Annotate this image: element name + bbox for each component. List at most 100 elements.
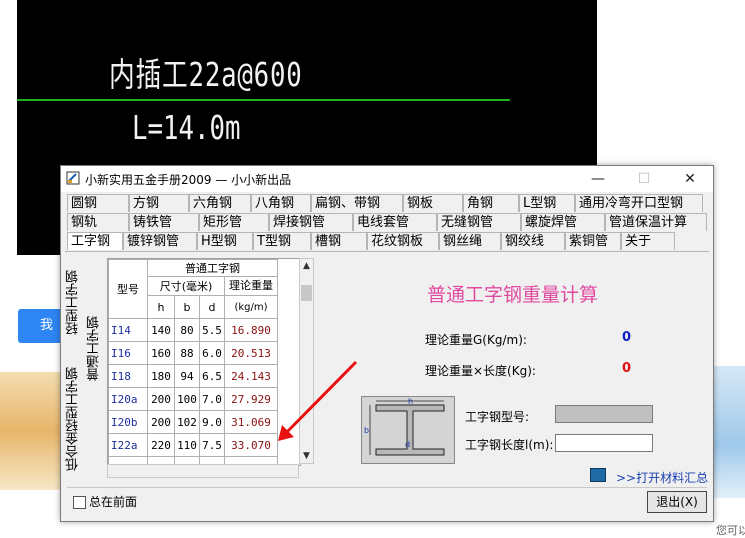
tab-seamless-pipe[interactable]: 无缝钢管 xyxy=(437,213,521,231)
row-weight: 27.929 xyxy=(224,387,278,411)
side-tab-low-alloy-i-beam[interactable]: 低合金轻型工字钢 xyxy=(65,356,83,482)
tab-galvanized-pipe[interactable]: 镀锌钢管 xyxy=(123,232,197,250)
table-row[interactable]: I22a 220 110 7.5 33.070 xyxy=(108,433,278,457)
row-d: 7.5 xyxy=(199,433,225,457)
tab-h-steel[interactable]: H型钢 xyxy=(197,232,253,250)
row-b: 110 xyxy=(174,433,200,457)
table-header-weight: 理论重量 xyxy=(224,276,278,296)
title-bar[interactable]: 小新实用五金手册2009 — 小小新出品 — ☐ ✕ xyxy=(61,166,713,192)
scroll-down-icon[interactable]: ▼ xyxy=(300,449,313,463)
background-corner-text: 您可以 xyxy=(716,524,745,537)
diagram-d-label: d xyxy=(405,440,410,449)
table-row[interactable]: I20b 200 102 9.0 31.069 xyxy=(108,410,278,434)
side-tab-light-i-beam[interactable]: 轻型工字钢 xyxy=(65,262,83,344)
tab-l-steel[interactable]: L型钢 xyxy=(519,194,575,212)
row-h: 200 xyxy=(147,410,175,434)
diagram-b-label: b xyxy=(364,426,369,435)
row-model: I20a xyxy=(108,387,148,411)
tab-t-steel[interactable]: T型钢 xyxy=(253,232,311,250)
tab-i-beam[interactable]: 工字钢 xyxy=(67,232,123,250)
tab-channel-steel[interactable]: 槽钢 xyxy=(311,232,367,250)
tab-insulation-calc[interactable]: 管道保温计算 xyxy=(605,213,707,231)
scroll-up-icon[interactable]: ▲ xyxy=(300,259,313,273)
cad-text-annotation: 内插工22a@600 xyxy=(109,55,303,94)
tab-rail[interactable]: 钢轨 xyxy=(67,213,129,231)
tab-checkered-plate[interactable]: 花纹钢板 xyxy=(367,232,439,250)
tab-rect-tube[interactable]: 矩形管 xyxy=(199,213,269,231)
table-vertical-scrollbar[interactable]: ▲ ▼ xyxy=(299,258,314,464)
length-label: 工字钢长度l(m): xyxy=(465,438,554,452)
tab-steel-plate[interactable]: 钢板 xyxy=(403,194,463,212)
tab-wire-rope[interactable]: 钢丝绳 xyxy=(439,232,501,250)
row-model: I20b xyxy=(108,410,148,434)
tab-round-steel[interactable]: 圆钢 xyxy=(67,194,129,212)
row-weight: 31.069 xyxy=(224,410,278,434)
side-tab-column: 轻型工字钢 低合金轻型工字钢 xyxy=(65,262,83,484)
tab-row-1: 圆钢 方钢 六角钢 八角钢 扁钢、带钢 钢板 角钢 L型钢 通用冷弯开口型钢 xyxy=(67,194,703,212)
table-row[interactable]: I16 160 88 6.0 20.513 xyxy=(108,341,278,365)
tab-cold-formed-steel[interactable]: 通用冷弯开口型钢 xyxy=(575,194,703,212)
tab-strand[interactable]: 钢绞线 xyxy=(501,232,565,250)
side-tab-ordinary-i-beam[interactable]: 普通工字钢 xyxy=(85,316,103,381)
model-field[interactable] xyxy=(555,405,653,423)
tab-angle-steel[interactable]: 角钢 xyxy=(463,194,519,212)
row-model: I22a xyxy=(108,433,148,457)
table-row[interactable]: I18 180 94 6.5 24.143 xyxy=(108,364,278,388)
always-on-top-label: 总在前面 xyxy=(89,495,138,509)
tab-row-3: 工字钢 镀锌钢管 H型钢 T型钢 槽钢 花纹钢板 钢丝绳 钢绞线 紫铜管 关于 xyxy=(67,232,675,250)
table-horizontal-scrollbar[interactable] xyxy=(107,464,299,478)
tab-cast-iron-pipe[interactable]: 铸铁管 xyxy=(129,213,199,231)
row-d: 6.0 xyxy=(199,341,225,365)
window-title: 小新实用五金手册2009 — 小小新出品 xyxy=(85,173,292,187)
open-materials-link[interactable]: >>打开材料汇总 xyxy=(616,469,708,486)
tab-octagon-steel[interactable]: 八角钢 xyxy=(251,194,311,212)
scroll-thumb[interactable] xyxy=(301,285,312,301)
app-window: 小新实用五金手册2009 — 小小新出品 — ☐ ✕ 圆钢 方钢 六角钢 八角钢… xyxy=(60,165,714,522)
row-weight: 33.070 xyxy=(224,433,278,457)
row-weight: 24.143 xyxy=(224,364,278,388)
calc-title: 普通工字钢重量计算 xyxy=(427,284,599,306)
tab-square-steel[interactable]: 方钢 xyxy=(129,194,189,212)
row-d: 5.5 xyxy=(199,318,225,342)
row-weight: 16.890 xyxy=(224,318,278,342)
weight-value: 0 xyxy=(622,330,632,345)
cad-green-line xyxy=(17,99,510,101)
i-beam-table[interactable]: 型号 普通工字钢 尺寸(毫米) 理论重量 h b d (kg/m) I14 14… xyxy=(107,258,301,466)
tab-copper-pipe[interactable]: 紫铜管 xyxy=(565,232,621,250)
tab-row-2: 钢轨 铸铁管 矩形管 焊接钢管 电线套管 无缝钢管 螺旋焊管 管道保温计算 xyxy=(67,213,707,231)
length-field[interactable] xyxy=(555,434,653,452)
row-d: 6.5 xyxy=(199,364,225,388)
minimize-button[interactable]: — xyxy=(575,166,621,192)
row-b: 102 xyxy=(174,410,200,434)
row-weight: 20.513 xyxy=(224,341,278,365)
tab-about[interactable]: 关于 xyxy=(621,232,675,250)
row-d: 7.0 xyxy=(199,387,225,411)
maximize-button[interactable]: ☐ xyxy=(621,166,667,192)
tab-spiral-pipe[interactable]: 螺旋焊管 xyxy=(521,213,605,231)
table-header-size: 尺寸(毫米) xyxy=(147,276,225,296)
row-h: 160 xyxy=(147,341,175,365)
table-group-header: 普通工字钢 xyxy=(147,259,278,277)
table-sub-h: h xyxy=(147,295,175,319)
database-icon[interactable] xyxy=(590,468,606,482)
row-b: 80 xyxy=(174,318,200,342)
always-on-top-checkbox[interactable] xyxy=(73,496,86,509)
close-button[interactable]: ✕ xyxy=(667,166,713,192)
tab-welded-pipe[interactable]: 焊接钢管 xyxy=(269,213,353,231)
total-weight-value: 0 xyxy=(622,361,632,376)
row-h: 140 xyxy=(147,318,175,342)
tab-hexagon-steel[interactable]: 六角钢 xyxy=(189,194,251,212)
row-b: 94 xyxy=(174,364,200,388)
table-sub-d: d xyxy=(199,295,225,319)
background-banner-left xyxy=(0,372,62,490)
tab-flat-steel[interactable]: 扁钢、带钢 xyxy=(311,194,403,212)
row-model: I18 xyxy=(108,364,148,388)
background-blue-button[interactable]: 我 xyxy=(18,309,62,343)
exit-button[interactable]: 退出(X) xyxy=(647,491,707,513)
table-row[interactable]: I14 140 80 5.5 16.890 xyxy=(108,318,278,342)
row-d: 9.0 xyxy=(199,410,225,434)
weight-label: 理论重量G(Kg/m): xyxy=(425,333,527,347)
tab-conduit[interactable]: 电线套管 xyxy=(353,213,437,231)
footer-divider xyxy=(67,487,707,488)
table-row[interactable]: I20a 200 100 7.0 27.929 xyxy=(108,387,278,411)
